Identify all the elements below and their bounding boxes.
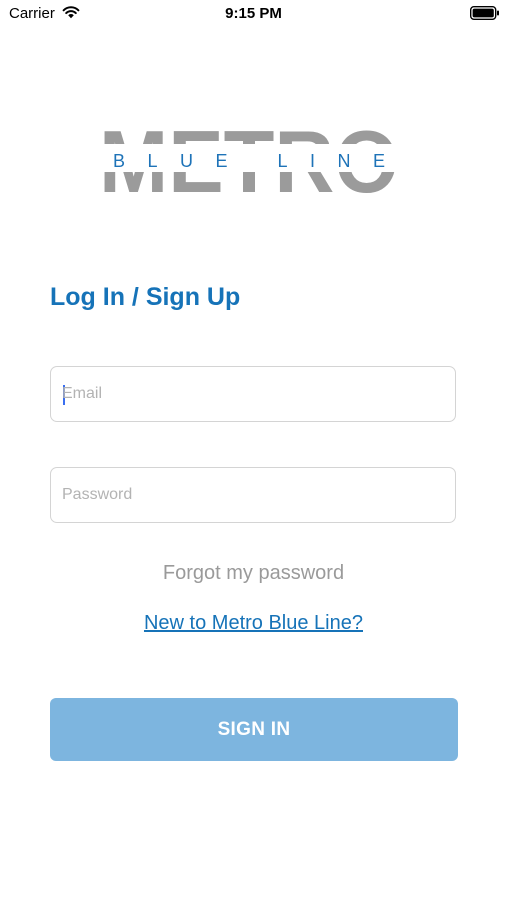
logo-subword: BLUE LINE bbox=[113, 151, 385, 171]
email-input[interactable] bbox=[62, 367, 442, 421]
page-title: Log In / Sign Up bbox=[50, 283, 241, 311]
status-time: 9:15 PM bbox=[225, 5, 282, 22]
email-field[interactable] bbox=[50, 366, 456, 422]
forgot-password-link[interactable]: Forgot my password bbox=[0, 562, 507, 585]
password-input[interactable] bbox=[62, 468, 442, 522]
status-bar: Carrier 9:15 PM bbox=[0, 0, 507, 28]
battery-icon bbox=[470, 6, 499, 20]
sign-in-button[interactable]: SIGN IN bbox=[50, 698, 458, 761]
new-user-link[interactable]: New to Metro Blue Line? bbox=[0, 612, 507, 635]
metro-blue-line-logo: METRO BLUE LINE bbox=[99, 124, 399, 196]
password-field[interactable] bbox=[50, 467, 456, 523]
